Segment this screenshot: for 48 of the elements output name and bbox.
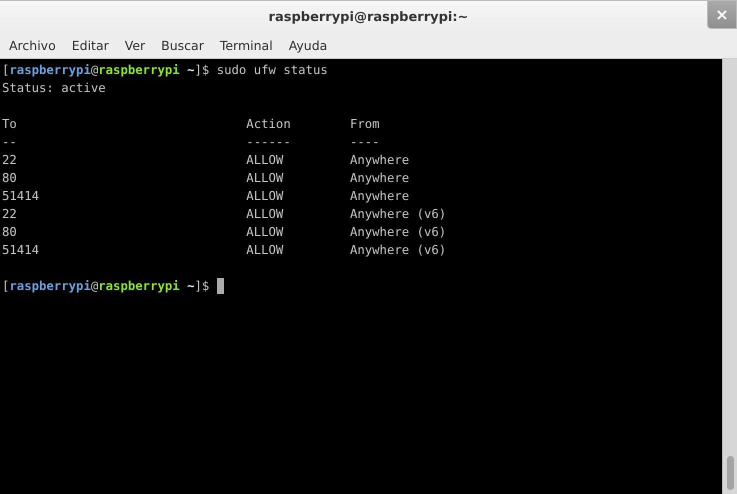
table-cell-text: 22 — [2, 152, 18, 169]
table-cell-text: Anywhere (v6) — [350, 242, 446, 259]
text-cursor — [216, 278, 224, 294]
scrollbar-thumb[interactable] — [726, 456, 734, 490]
table-cell-text: Anywhere — [350, 152, 410, 169]
menu-item[interactable]: Archivo — [4, 38, 61, 53]
table-cell-text: 51414 — [2, 188, 40, 205]
menu-item[interactable]: Editar — [66, 38, 114, 53]
prompt-directory: ~ — [186, 278, 194, 295]
prompt-symbol: @ — [90, 62, 98, 79]
column-heading: Action — [246, 116, 292, 133]
prompt-symbol: @ — [90, 278, 98, 295]
window-title: raspberrypi@raspberrypi:~ — [268, 10, 468, 24]
output-line: Status: active — [2, 80, 106, 97]
column-heading: To — [2, 116, 18, 133]
prompt-user: raspberrypi — [9, 278, 91, 295]
table-cell-text: 51414 — [2, 242, 40, 259]
table-cell-text: -- — [2, 134, 18, 151]
prompt-symbol: ]$ — [194, 278, 210, 295]
menu-item[interactable]: Buscar — [156, 38, 209, 53]
prompt-directory: ~ — [186, 62, 194, 79]
scrollbar[interactable] — [722, 59, 737, 494]
table-cell-text: 22 — [2, 206, 18, 223]
table-cell-text: 80 — [2, 170, 18, 187]
table-cell-text: ALLOW — [246, 152, 284, 169]
table-cell-text: Anywhere — [350, 170, 410, 187]
table-cell-text: 80 — [2, 224, 18, 241]
table-cell-text: Anywhere (v6) — [350, 206, 446, 223]
table-cell-text: ALLOW — [246, 188, 284, 205]
table-cell-text: ---- — [350, 134, 380, 151]
table-cell-text: ALLOW — [246, 170, 284, 187]
table-cell-text: Anywhere — [350, 188, 410, 205]
table-cell-text: Anywhere (v6) — [350, 224, 446, 241]
table-cell-text: ALLOW — [246, 206, 284, 223]
table-cell-text: ------ — [246, 134, 292, 151]
column-heading: From — [350, 116, 380, 133]
command-text: sudo ufw status — [216, 62, 328, 79]
prompt-host: raspberrypi — [98, 278, 180, 295]
menu-item[interactable]: Ayuda — [284, 38, 332, 53]
prompt-symbol: [ — [2, 62, 10, 79]
menu-item[interactable]: Terminal — [214, 38, 278, 53]
menu-item[interactable]: Ver — [120, 38, 150, 53]
prompt-symbol: [ — [2, 278, 10, 295]
table-cell-text: ALLOW — [246, 224, 284, 241]
prompt-symbol: ]$ — [194, 62, 210, 79]
table-cell-text: ALLOW — [246, 242, 284, 259]
prompt-host: raspberrypi — [98, 62, 180, 79]
prompt-user: raspberrypi — [9, 62, 91, 79]
